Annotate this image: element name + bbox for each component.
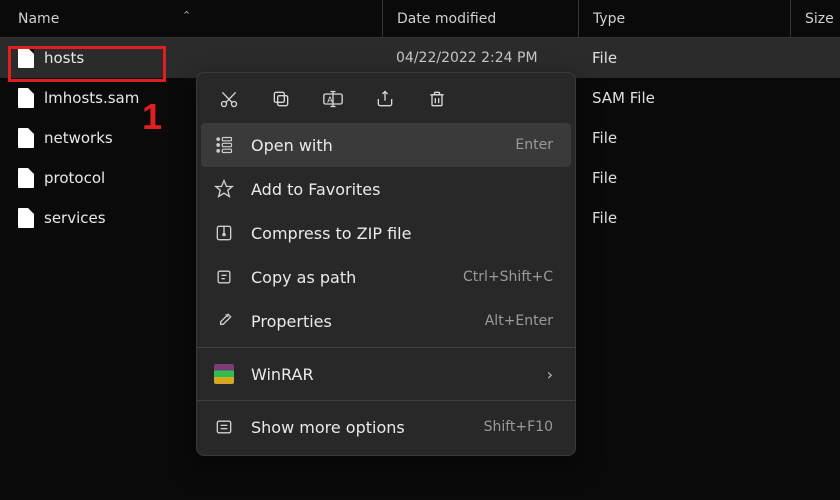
file-type: File (578, 209, 790, 227)
cut-icon[interactable] (217, 87, 241, 111)
file-icon (18, 208, 34, 228)
delete-icon[interactable] (425, 87, 449, 111)
sort-caret-icon: ⌃ (182, 9, 191, 22)
menu-label: Copy as path (251, 268, 447, 287)
menu-accel: Alt+Enter (485, 313, 553, 329)
column-header-name[interactable]: Name ⌃ (0, 11, 382, 27)
file-type: File (578, 49, 790, 67)
file-date: 04/22/2022 2:24 PM (382, 50, 578, 66)
star-icon (213, 178, 235, 200)
file-type: File (578, 169, 790, 187)
menu-label: Add to Favorites (251, 180, 553, 199)
context-menu-iconbar: A (197, 73, 575, 123)
menu-item-winrar[interactable]: WinRAR › (197, 352, 575, 396)
menu-accel: Shift+F10 (484, 419, 553, 435)
menu-label: Compress to ZIP file (251, 224, 553, 243)
menu-item-favorites[interactable]: Add to Favorites (197, 167, 575, 211)
zip-icon (213, 222, 235, 244)
column-header-row: Name ⌃ Date modified Type Size (0, 0, 840, 38)
file-name: networks (44, 129, 113, 147)
file-name: protocol (44, 169, 105, 187)
context-menu: A Open with Enter Add to Favorites Compr… (196, 72, 576, 456)
svg-text:A: A (327, 94, 333, 104)
menu-item-open-with[interactable]: Open with Enter (201, 123, 571, 167)
file-icon (18, 168, 34, 188)
properties-icon (213, 310, 235, 332)
menu-item-more-options[interactable]: Show more options Shift+F10 (197, 405, 575, 449)
file-name: services (44, 209, 106, 227)
winrar-icon (213, 363, 235, 385)
file-name: hosts (44, 49, 84, 67)
copy-path-icon (213, 266, 235, 288)
menu-item-properties[interactable]: Properties Alt+Enter (197, 299, 575, 343)
menu-item-copy-path[interactable]: Copy as path Ctrl+Shift+C (197, 255, 575, 299)
menu-label: Properties (251, 312, 469, 331)
menu-accel: Enter (515, 137, 553, 153)
file-icon (18, 128, 34, 148)
file-type: File (578, 129, 790, 147)
share-icon[interactable] (373, 87, 397, 111)
chevron-right-icon: › (547, 365, 553, 384)
open-with-icon (213, 134, 235, 156)
column-header-size[interactable]: Size (790, 0, 840, 37)
column-header-date[interactable]: Date modified (382, 0, 578, 37)
file-type: SAM File (578, 89, 790, 107)
copy-icon[interactable] (269, 87, 293, 111)
file-icon (18, 48, 34, 68)
column-date-label: Date modified (397, 11, 496, 27)
menu-label: WinRAR (251, 365, 531, 384)
menu-accel: Ctrl+Shift+C (463, 269, 553, 285)
column-header-type[interactable]: Type (578, 0, 790, 37)
column-size-label: Size (805, 11, 834, 27)
rename-icon[interactable]: A (321, 87, 345, 111)
menu-separator (197, 347, 575, 348)
menu-item-compress[interactable]: Compress to ZIP file (197, 211, 575, 255)
file-icon (18, 88, 34, 108)
menu-label: Show more options (251, 418, 468, 437)
column-name-label: Name (18, 11, 59, 27)
file-name: lmhosts.sam (44, 89, 139, 107)
menu-label: Open with (251, 136, 499, 155)
column-type-label: Type (593, 11, 625, 27)
menu-separator (197, 400, 575, 401)
more-options-icon (213, 416, 235, 438)
